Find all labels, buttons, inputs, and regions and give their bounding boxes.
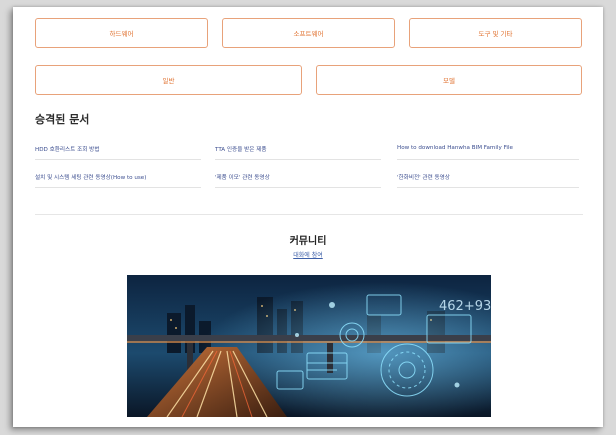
doc-link-hanwha-video[interactable]: '한화비전' 관련 동영상 bbox=[397, 168, 579, 188]
svg-text:462+93: 462+93 bbox=[439, 299, 491, 314]
community-banner-image: 462+93 bbox=[127, 275, 491, 417]
section-divider bbox=[35, 214, 583, 215]
page-card: 하드웨어 소프트웨어 도구 및 기타 일반 모델 승격된 문서 HDD 호환리스… bbox=[13, 7, 603, 427]
doc-link-product-video[interactable]: '제품 이모' 관련 동영상 bbox=[215, 168, 381, 188]
category-button-tools[interactable]: 도구 및 기타 bbox=[409, 18, 582, 48]
doc-link-install-video[interactable]: 설치 및 시스템 세팅 관련 동영상(How to use) bbox=[35, 168, 201, 188]
community-title: 커뮤니티 bbox=[289, 236, 327, 247]
category-button-general[interactable]: 일반 bbox=[35, 65, 302, 95]
doc-link-bim-family[interactable]: How to download Hanwha BIM Family File bbox=[397, 140, 579, 160]
category-button-software[interactable]: 소프트웨어 bbox=[222, 18, 395, 48]
join-conversation-link[interactable]: 대화에 참여 bbox=[13, 250, 603, 259]
category-button-hardware[interactable]: 하드웨어 bbox=[35, 18, 208, 48]
doc-link-hdd-compat[interactable]: HDD 호환리스트 조회 방법 bbox=[35, 140, 201, 160]
doc-link-tta-cert[interactable]: TTA 인증을 받은 제품 bbox=[215, 140, 381, 160]
approved-docs-title: 승격된 문서 bbox=[35, 113, 90, 126]
category-button-model[interactable]: 모델 bbox=[316, 65, 582, 95]
